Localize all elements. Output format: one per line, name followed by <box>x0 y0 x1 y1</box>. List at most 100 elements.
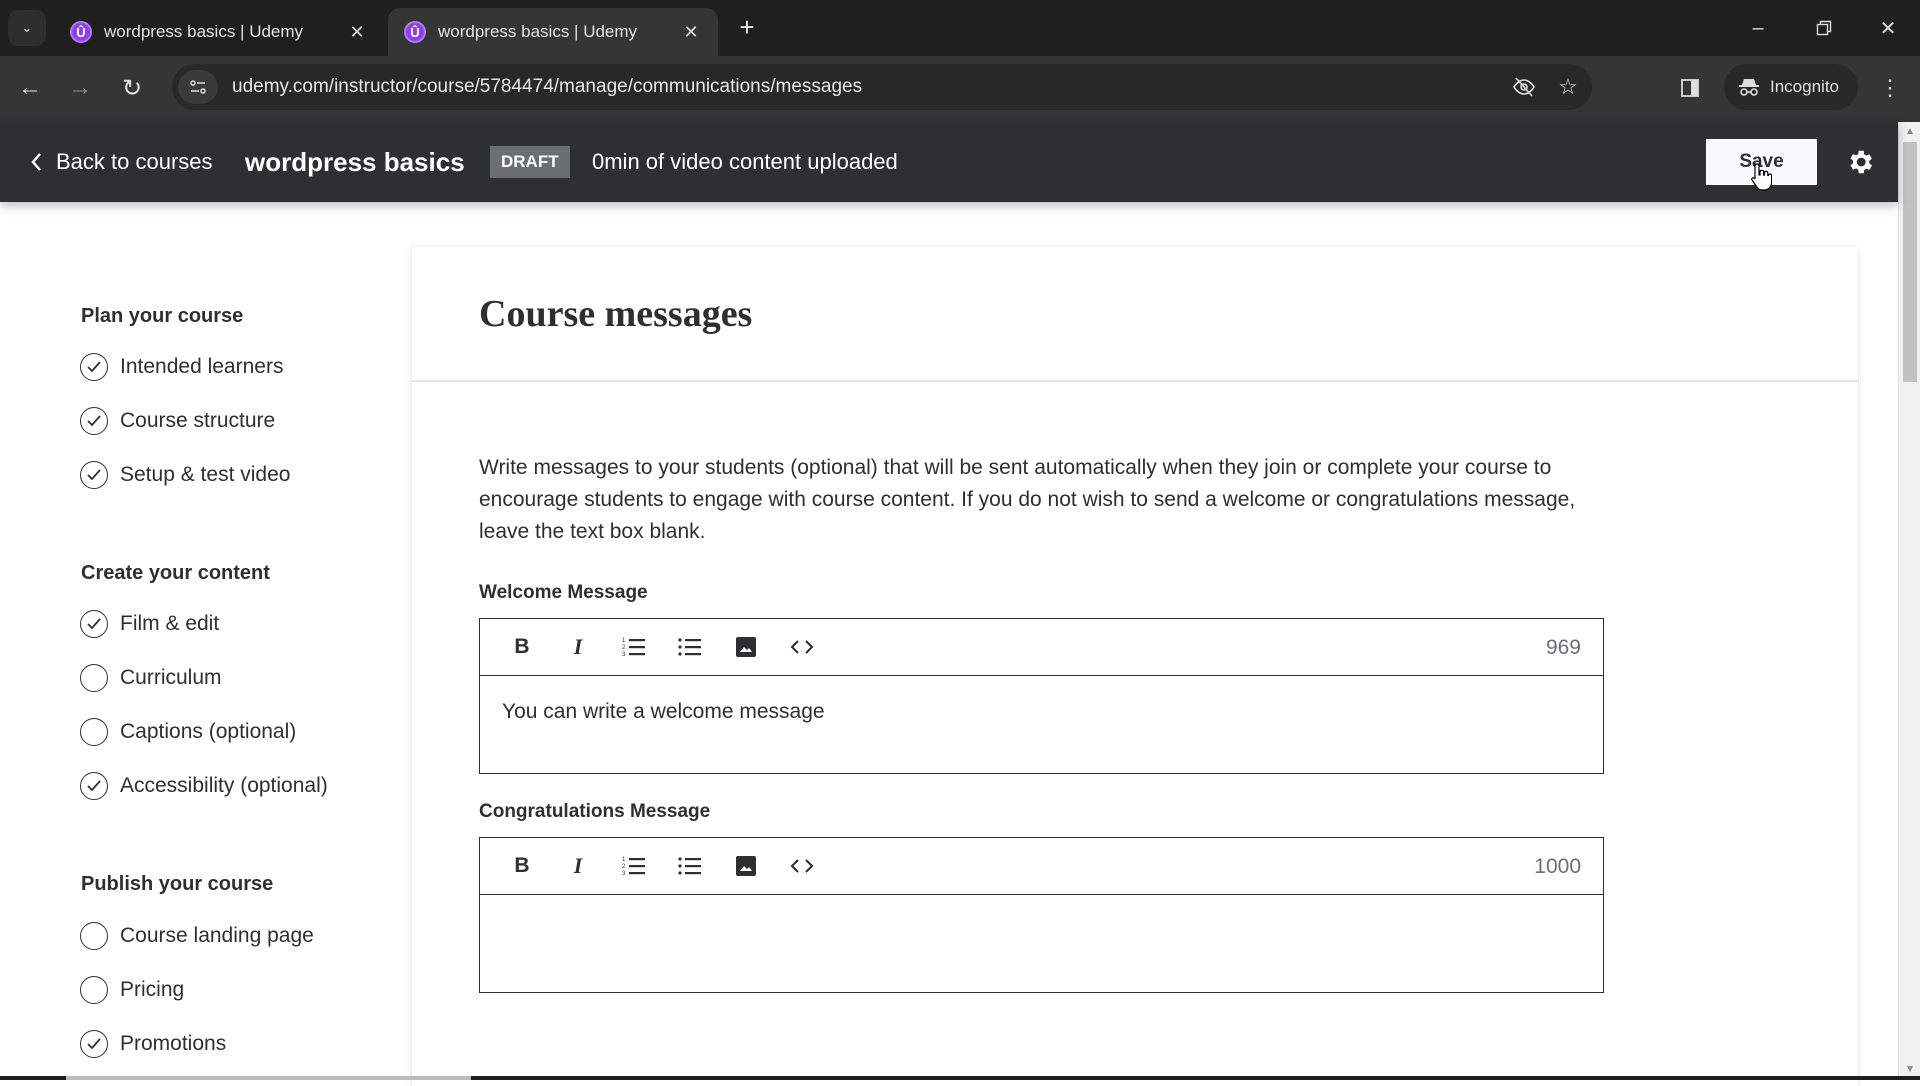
tracking-protection-button[interactable] <box>1504 67 1544 107</box>
sidebar-item-label: Film & edit <box>120 612 220 635</box>
hand-cursor-icon <box>1751 163 1772 191</box>
eye-off-icon <box>1513 77 1535 97</box>
scroll-up-icon[interactable]: ▲ <box>1899 122 1920 140</box>
sidebar-item-film-edit[interactable]: Film & edit <box>80 607 219 641</box>
image-icon <box>736 856 756 876</box>
svg-text:3: 3 <box>622 652 626 658</box>
forward-button[interactable]: → <box>62 70 98 106</box>
bottom-edge-segment <box>66 1076 471 1080</box>
chevron-down-icon: ⌄ <box>21 20 33 35</box>
empty-circle-icon <box>80 922 108 950</box>
minimize-button[interactable]: – <box>1728 8 1788 48</box>
kebab-menu-icon: ⋮ <box>1879 75 1901 100</box>
reload-button[interactable]: ↻ <box>114 70 150 106</box>
sidebar-item-setup-test-video[interactable]: Setup & test video <box>80 458 290 492</box>
empty-circle-icon <box>80 664 108 692</box>
svg-text:2: 2 <box>622 645 626 651</box>
close-tab-icon[interactable]: ✕ <box>346 22 368 43</box>
char-count: 969 <box>1545 635 1581 659</box>
check-circle-icon <box>80 1030 108 1058</box>
bold-icon: B <box>514 854 530 877</box>
scrollbar-thumb[interactable] <box>1903 142 1917 382</box>
course-manage-header: Back to courses wordpress basics DRAFT 0… <box>0 122 1898 202</box>
sidebar-item-label: Captions (optional) <box>120 720 297 743</box>
browser-tab-2[interactable]: Û wordpress basics | Udemy ✕ <box>388 8 718 56</box>
restore-button[interactable] <box>1794 8 1854 48</box>
browser-menu-button[interactable]: ⋮ <box>1872 70 1908 106</box>
sidebar-item-intended-learners[interactable]: Intended learners <box>80 350 283 384</box>
site-info-button[interactable] <box>178 70 218 104</box>
address-bar[interactable]: udemy.com/instructor/course/5784474/mana… <box>172 64 1592 110</box>
insert-image-button[interactable] <box>718 627 774 667</box>
status-badge: DRAFT <box>490 146 570 178</box>
sidebar-item-accessibility[interactable]: Accessibility (optional) <box>80 769 328 803</box>
incognito-label: Incognito <box>1770 77 1839 96</box>
bulleted-list-button[interactable] <box>662 627 718 667</box>
numbered-list-button[interactable]: 123 <box>606 846 662 886</box>
numbered-list-icon: 123 <box>622 638 645 658</box>
browser-tab-1[interactable]: Û wordpress basics | Udemy ✕ <box>54 8 384 56</box>
code-icon <box>790 859 814 873</box>
empty-circle-icon <box>80 976 108 1004</box>
card-header: Course messages <box>412 246 1858 382</box>
bookmark-button[interactable]: ☆ <box>1548 67 1588 107</box>
congratulations-message-input[interactable] <box>480 895 1603 992</box>
insert-image-button[interactable] <box>718 846 774 886</box>
italic-button[interactable]: I <box>550 627 606 667</box>
course-checklist-sidebar: Plan your course Intended learners Cours… <box>0 202 410 1078</box>
plus-icon: + <box>739 11 755 42</box>
welcome-message-input[interactable]: You can write a welcome message <box>480 676 1603 773</box>
sidebar-item-curriculum[interactable]: Curriculum <box>80 661 222 695</box>
welcome-message-editor: B I 123 969 You can write a welcome mess… <box>479 618 1604 774</box>
back-to-courses-link[interactable]: Back to courses <box>30 122 213 202</box>
sidebar-item-label: Course landing page <box>120 924 314 947</box>
back-button[interactable]: ← <box>12 70 48 106</box>
italic-button[interactable]: I <box>550 846 606 886</box>
char-count: 1000 <box>1534 854 1581 878</box>
svg-text:1: 1 <box>622 638 626 644</box>
close-tab-icon[interactable]: ✕ <box>680 22 702 43</box>
course-settings-button[interactable] <box>1838 140 1882 184</box>
back-to-courses-label: Back to courses <box>56 149 213 174</box>
new-tab-button[interactable]: + <box>732 12 762 42</box>
code-button[interactable] <box>774 627 830 667</box>
congratulations-message-editor: B I 123 1000 <box>479 837 1604 993</box>
side-panel-button[interactable] <box>1672 70 1708 106</box>
sidebar-item-captions[interactable]: Captions (optional) <box>80 715 296 749</box>
bulleted-list-button[interactable] <box>662 846 718 886</box>
check-circle-icon <box>80 610 108 638</box>
close-window-button[interactable]: ✕ <box>1858 8 1918 48</box>
course-messages-card: Course messages Write messages to your s… <box>412 246 1858 1086</box>
check-circle-icon <box>80 353 108 381</box>
sidebar-item-pricing[interactable]: Pricing <box>80 973 184 1007</box>
incognito-indicator[interactable]: Incognito <box>1724 64 1858 110</box>
sidebar-item-promotions[interactable]: Promotions <box>80 1027 226 1061</box>
svg-text:3: 3 <box>622 871 626 877</box>
sidebar-item-course-structure[interactable]: Course structure <box>80 404 275 438</box>
check-circle-icon <box>80 407 108 435</box>
tab-title: wordpress basics | Udemy <box>438 22 638 41</box>
chevron-left-icon <box>31 153 41 171</box>
code-button[interactable] <box>774 846 830 886</box>
check-circle-icon <box>80 772 108 800</box>
restore-icon <box>1816 20 1832 36</box>
incognito-icon <box>1739 79 1759 96</box>
bulleted-list-icon <box>678 638 701 656</box>
italic-icon: I <box>573 853 583 878</box>
tab-search-button[interactable]: ⌄ <box>8 10 46 46</box>
congratulations-message-label: Congratulations Message <box>479 801 711 822</box>
empty-circle-icon <box>80 718 108 746</box>
sidebar-item-label: Promotions <box>120 1032 227 1055</box>
browser-toolbar: ← → ↻ udemy.com/instructor/course/578447… <box>0 56 1920 122</box>
reload-icon: ↻ <box>121 74 143 102</box>
url-text[interactable]: udemy.com/instructor/course/5784474/mana… <box>232 76 1504 98</box>
numbered-list-button[interactable]: 123 <box>606 627 662 667</box>
sidebar-item-label: Pricing <box>120 978 185 1001</box>
bold-button[interactable]: B <box>494 846 550 886</box>
bold-button[interactable]: B <box>494 627 550 667</box>
side-panel-icon <box>1681 79 1699 97</box>
page-scrollbar[interactable]: ▲ ▼ <box>1898 122 1920 1078</box>
arrow-left-icon: ← <box>18 74 42 101</box>
image-icon <box>736 637 756 657</box>
sidebar-item-course-landing-page[interactable]: Course landing page <box>80 919 314 953</box>
